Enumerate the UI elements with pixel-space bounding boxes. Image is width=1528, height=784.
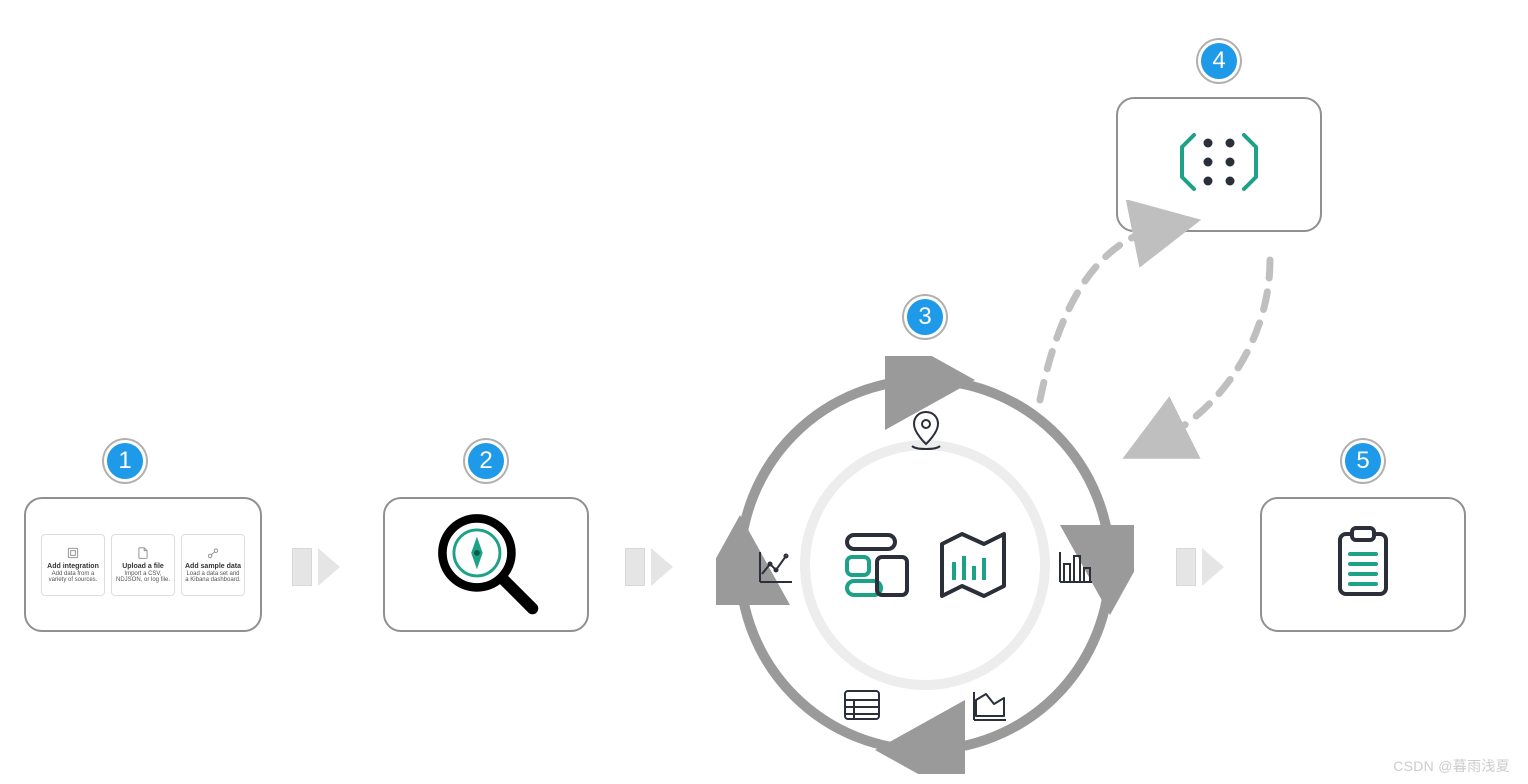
step-5-card xyxy=(1260,497,1466,632)
card-title: Add sample data xyxy=(185,563,241,570)
line-chart-icon xyxy=(756,548,796,591)
map-chart-icon xyxy=(932,528,1014,607)
card-title: Upload a file xyxy=(122,563,164,570)
table-icon xyxy=(842,688,882,727)
step-5-badge: 5 xyxy=(1342,440,1384,482)
card-desc: Load a data set and a Kibana dashboard. xyxy=(184,571,242,583)
ml-brackets-dots-icon xyxy=(1176,127,1262,202)
flow-arrow-3-5 xyxy=(1176,548,1224,586)
watermark-text: CSDN @暮雨浅夏 xyxy=(1393,756,1510,776)
step-3-badge: 3 xyxy=(904,296,946,338)
flow-arrow-1-2 xyxy=(292,548,340,586)
dashboard-icon xyxy=(844,532,920,603)
card-add-integration: Add integration Add data from a variety … xyxy=(41,534,105,596)
card-title: Add integration xyxy=(47,563,99,570)
step-1-card: Add integration Add data from a variety … xyxy=(24,497,262,632)
card-upload-file: Upload a file Import a CSV, NDJSON, or l… xyxy=(111,534,175,596)
card-desc: Import a CSV, NDJSON, or log file. xyxy=(114,571,172,583)
step-4-badge: 4 xyxy=(1198,40,1240,82)
bar-chart-icon xyxy=(1056,548,1096,591)
dashed-arrows-3-4 xyxy=(1010,200,1320,470)
card-desc: Add data from a variety of sources. xyxy=(44,571,102,583)
step-2-card xyxy=(383,497,589,632)
card-sample-data: Add sample data Load a data set and a Ki… xyxy=(181,534,245,596)
step-1-badge: 1 xyxy=(104,440,146,482)
clipboard-list-icon xyxy=(1332,524,1394,605)
compass-magnifier-icon xyxy=(429,505,544,625)
flow-arrow-2-3 xyxy=(625,548,673,586)
step-2-badge: 2 xyxy=(465,440,507,482)
area-chart-icon xyxy=(970,688,1010,729)
location-pin-icon xyxy=(906,408,946,459)
